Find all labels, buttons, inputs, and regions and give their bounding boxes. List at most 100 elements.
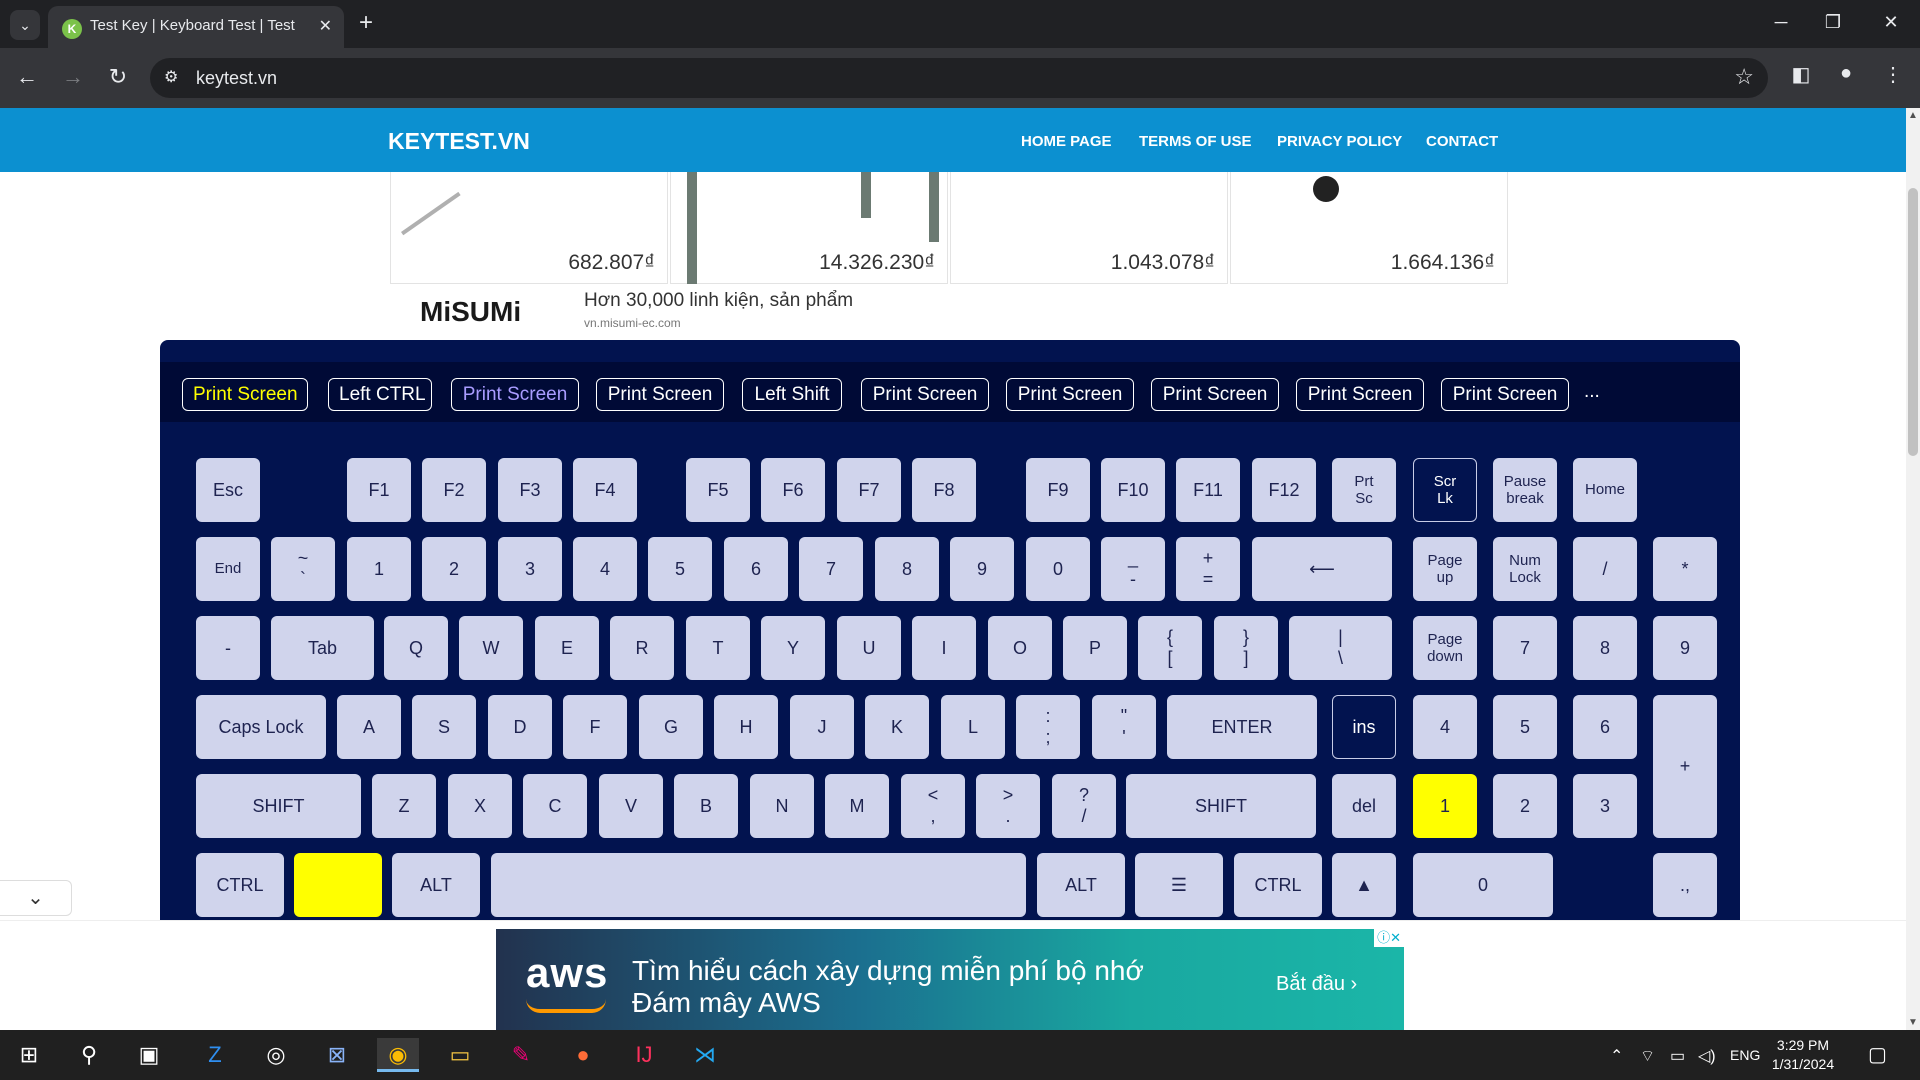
- key-8[interactable]: F8: [912, 458, 976, 522]
- key-row4[interactable]: +: [1653, 695, 1717, 838]
- key-row6[interactable]: CTRL: [196, 853, 284, 917]
- key-row3[interactable]: {[: [1138, 616, 1202, 680]
- key-row5[interactable]: <,: [901, 774, 965, 838]
- ad-product-card[interactable]: 1.043.078₫: [950, 172, 1228, 284]
- key-row4[interactable]: L: [941, 695, 1005, 759]
- key-row5[interactable]: del: [1332, 774, 1396, 838]
- key-row3[interactable]: W: [459, 616, 523, 680]
- key-0[interactable]: Esc: [196, 458, 260, 522]
- key-9[interactable]: F9: [1026, 458, 1090, 522]
- scroll-thumb[interactable]: [1908, 188, 1918, 456]
- volume-icon[interactable]: ◁): [1698, 1046, 1716, 1066]
- key-1[interactable]: F1: [347, 458, 411, 522]
- key-row2[interactable]: + =: [1176, 537, 1240, 601]
- new-tab-button[interactable]: +: [354, 10, 378, 36]
- ad-headline[interactable]: Hơn 30,000 linh kiện, sản phẩm: [584, 290, 853, 312]
- file-explorer-icon[interactable]: ▭: [439, 1038, 481, 1072]
- key-row5[interactable]: C: [523, 774, 587, 838]
- restore-icon[interactable]: ❐: [1818, 12, 1848, 33]
- key-15[interactable]: Pause break: [1493, 458, 1557, 522]
- key-row5[interactable]: B: [674, 774, 738, 838]
- side-panel-icon[interactable]: ◧: [1786, 62, 1816, 87]
- key-row2[interactable]: 8: [875, 537, 939, 601]
- key-row3[interactable]: Tab: [271, 616, 374, 680]
- key-row2[interactable]: /: [1573, 537, 1637, 601]
- ssms-icon[interactable]: ⊠: [316, 1038, 358, 1072]
- ad-product-card[interactable]: 14.326.230₫: [670, 172, 948, 284]
- key-row5[interactable]: 3: [1573, 774, 1637, 838]
- key-row2[interactable]: 9: [950, 537, 1014, 601]
- key-row3[interactable]: -: [196, 616, 260, 680]
- adchoices-icon[interactable]: ⓘ✕: [1374, 929, 1404, 947]
- key-row4[interactable]: 4: [1413, 695, 1477, 759]
- key-row3[interactable]: Page down: [1413, 616, 1477, 680]
- key-row2[interactable]: 6: [724, 537, 788, 601]
- key-row6[interactable]: .,: [1653, 853, 1717, 917]
- key-row4[interactable]: :;: [1016, 695, 1080, 759]
- system-clock[interactable]: 3:29 PM 1/31/2024: [1768, 1036, 1838, 1074]
- key-row3[interactable]: R: [610, 616, 674, 680]
- key-5[interactable]: F5: [686, 458, 750, 522]
- scroll-down-icon[interactable]: ▼: [1908, 1017, 1918, 1028]
- key-row4[interactable]: S: [412, 695, 476, 759]
- key-11[interactable]: F11: [1176, 458, 1240, 522]
- key-4[interactable]: F4: [573, 458, 637, 522]
- key-row5[interactable]: SHIFT: [1126, 774, 1316, 838]
- key-row2[interactable]: End: [196, 537, 260, 601]
- key-row3[interactable]: | \: [1289, 616, 1392, 680]
- key-row2[interactable]: 7: [799, 537, 863, 601]
- key-row2[interactable]: ⟵: [1252, 537, 1392, 601]
- key-row6[interactable]: 0: [1413, 853, 1553, 917]
- key-row3[interactable]: 7: [1493, 616, 1557, 680]
- reload-icon[interactable]: ↻: [103, 63, 133, 93]
- key-14[interactable]: Scr Lk: [1413, 458, 1477, 522]
- ad-product-card[interactable]: 1.664.136₫: [1230, 172, 1508, 284]
- key-row5[interactable]: Z: [372, 774, 436, 838]
- zalo-icon[interactable]: Z: [194, 1038, 236, 1072]
- scroll-up-icon[interactable]: ▲: [1908, 110, 1918, 121]
- key-row3[interactable]: U: [837, 616, 901, 680]
- profile-icon[interactable]: ●: [1831, 62, 1861, 85]
- key-row4[interactable]: 5: [1493, 695, 1557, 759]
- key-row4[interactable]: A: [337, 695, 401, 759]
- minimize-icon[interactable]: ─: [1766, 12, 1796, 33]
- chrome-icon[interactable]: ◉: [377, 1038, 419, 1072]
- key-row2[interactable]: 5: [648, 537, 712, 601]
- key-row3[interactable]: E: [535, 616, 599, 680]
- nav-home[interactable]: HOME PAGE: [1021, 133, 1112, 150]
- key-row4[interactable]: ENTER: [1167, 695, 1317, 759]
- network-icon[interactable]: ⌔: [1640, 1046, 1655, 1066]
- key-row2[interactable]: 4: [573, 537, 637, 601]
- key-row3[interactable]: }]: [1214, 616, 1278, 680]
- key-row5[interactable]: >.: [976, 774, 1040, 838]
- key-row2[interactable]: ~ `: [271, 537, 335, 601]
- key-13[interactable]: Prt Sc: [1332, 458, 1396, 522]
- obs-icon[interactable]: ◎: [255, 1038, 297, 1072]
- tab-close-icon[interactable]: ✕: [319, 16, 332, 36]
- key-row4[interactable]: " ': [1092, 695, 1156, 759]
- key-row4[interactable]: G: [639, 695, 703, 759]
- paint-icon[interactable]: ✎: [500, 1038, 542, 1072]
- ad-cta-button[interactable]: Bắt đầu ›: [1276, 973, 1357, 996]
- postman-icon[interactable]: ●: [562, 1038, 604, 1072]
- key-row6[interactable]: [294, 853, 382, 917]
- key-row3[interactable]: Q: [384, 616, 448, 680]
- key-row2[interactable]: 2: [422, 537, 486, 601]
- key-row6[interactable]: ▲: [1332, 853, 1396, 917]
- search-icon[interactable]: ⚲: [68, 1038, 110, 1072]
- key-row6[interactable]: [491, 853, 1026, 917]
- key-row3[interactable]: T: [686, 616, 750, 680]
- url-text[interactable]: keytest.vn: [196, 68, 277, 89]
- key-row5[interactable]: SHIFT: [196, 774, 361, 838]
- key-row2[interactable]: 1: [347, 537, 411, 601]
- address-bar[interactable]: ⚙ keytest.vn ☆: [150, 58, 1768, 98]
- key-row4[interactable]: D: [488, 695, 552, 759]
- forward-icon[interactable]: →: [58, 63, 88, 93]
- key-row3[interactable]: P: [1063, 616, 1127, 680]
- key-row2[interactable]: Num Lock: [1493, 537, 1557, 601]
- ad-brand-logo[interactable]: MiSUMi: [420, 296, 521, 328]
- vscode-icon[interactable]: ⋊: [684, 1038, 726, 1072]
- key-row4[interactable]: ins: [1332, 695, 1396, 759]
- nav-contact[interactable]: CONTACT: [1426, 133, 1498, 150]
- key-row3[interactable]: 8: [1573, 616, 1637, 680]
